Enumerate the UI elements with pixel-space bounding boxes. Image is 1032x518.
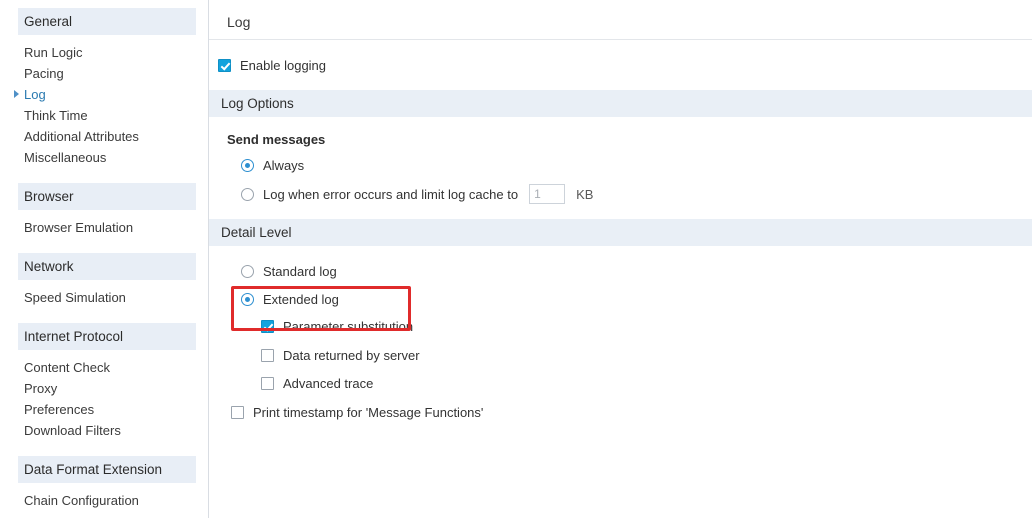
sidebar-item-miscellaneous[interactable]: Miscellaneous [0,147,208,168]
sidebar-item-log[interactable]: Log [0,84,208,105]
sidebar-item-label: Content Check [24,360,110,375]
settings-sidebar: General Run Logic Pacing Log Think Time … [0,0,209,518]
log-on-error-label: Log when error occurs and limit log cach… [263,186,519,202]
sidebar-item-label: Pacing [24,66,64,81]
print-timestamp-row[interactable]: Print timestamp for 'Message Functions' [209,405,1032,420]
sidebar-item-browser-emulation[interactable]: Browser Emulation [0,217,208,238]
sidebar-item-label: Log [24,87,46,102]
extended-log-radio[interactable] [241,293,254,306]
settings-main-panel: Log Enable logging Log Options Send mess… [209,0,1032,518]
parameter-substitution-row[interactable]: Parameter substitution [209,319,1032,334]
section-header-log-options: Log Options [209,90,1032,117]
sidebar-item-label: Browser Emulation [24,220,134,235]
sidebar-item-label: Additional Attributes [24,129,139,144]
log-on-error-radio[interactable] [241,187,254,201]
send-messages-on-error-row[interactable]: Log when error occurs and limit log cach… [209,184,1032,204]
send-messages-always-row[interactable]: Always [209,158,1032,173]
sidebar-group-header-data-format-extension: Data Format Extension [18,456,196,483]
standard-log-row[interactable]: Standard log [209,264,1032,279]
sidebar-item-label: Download Filters [24,423,121,438]
enable-logging-checkbox[interactable] [218,59,231,72]
standard-log-radio[interactable] [241,265,254,278]
sidebar-item-label: Speed Simulation [24,290,126,305]
sidebar-group-items-data-format-extension: Chain Configuration [0,483,208,511]
page-title: Log [227,14,251,30]
chevron-right-icon [14,90,19,98]
extended-log-row[interactable]: Extended log [209,292,1032,307]
always-radio[interactable] [241,159,254,172]
section-header-detail-level: Detail Level [209,219,1032,246]
data-returned-by-server-label: Data returned by server [283,348,420,363]
sidebar-item-proxy[interactable]: Proxy [0,378,208,399]
log-cache-size-input[interactable] [529,184,566,204]
enable-logging-row[interactable]: Enable logging [214,40,1032,73]
sidebar-item-label: Proxy [24,381,58,396]
always-label: Always [263,158,305,173]
extended-log-label: Extended log [263,292,339,307]
sidebar-item-chain-configuration[interactable]: Chain Configuration [0,490,208,511]
sidebar-item-pacing[interactable]: Pacing [0,63,208,84]
data-returned-by-server-checkbox[interactable] [261,349,274,362]
sidebar-item-speed-simulation[interactable]: Speed Simulation [0,287,208,308]
sidebar-item-label: Chain Configuration [24,493,139,508]
sidebar-group-items-general: Run Logic Pacing Log Think Time Addition… [0,35,208,168]
data-returned-by-server-row[interactable]: Data returned by server [209,348,1032,363]
sidebar-item-download-filters[interactable]: Download Filters [0,420,208,441]
sidebar-item-think-time[interactable]: Think Time [0,105,208,126]
advanced-trace-checkbox[interactable] [261,377,274,390]
advanced-trace-label: Advanced trace [283,376,374,391]
sidebar-group-header-internet-protocol: Internet Protocol [18,323,196,350]
sidebar-item-run-logic[interactable]: Run Logic [0,42,208,63]
standard-log-label: Standard log [263,264,337,279]
settings-window: General Run Logic Pacing Log Think Time … [0,0,1032,518]
enable-logging-label: Enable logging [240,58,327,73]
log-cache-unit-label: KB [576,186,594,202]
sidebar-group-items-browser: Browser Emulation [0,210,208,238]
parameter-substitution-label: Parameter substitution [283,319,414,334]
sidebar-group-header-network: Network [18,253,196,280]
sidebar-group-header-browser: Browser [18,183,196,210]
sidebar-group-items-internet-protocol: Content Check Proxy Preferences Download… [0,350,208,441]
sidebar-group-header-general: General [18,8,196,35]
sidebar-item-label: Miscellaneous [24,150,107,165]
advanced-trace-row[interactable]: Advanced trace [209,376,1032,391]
parameter-substitution-checkbox[interactable] [261,320,274,333]
print-timestamp-label: Print timestamp for 'Message Functions' [253,405,484,420]
print-timestamp-checkbox[interactable] [231,406,244,419]
sidebar-item-preferences[interactable]: Preferences [0,399,208,420]
sidebar-group-items-network: Speed Simulation [0,280,208,308]
sidebar-item-label: Run Logic [24,45,83,60]
sidebar-item-label: Think Time [24,108,88,123]
sidebar-item-additional-attributes[interactable]: Additional Attributes [0,126,208,147]
sidebar-item-label: Preferences [24,402,95,417]
sidebar-item-content-check[interactable]: Content Check [0,357,208,378]
send-messages-label: Send messages [227,132,326,147]
